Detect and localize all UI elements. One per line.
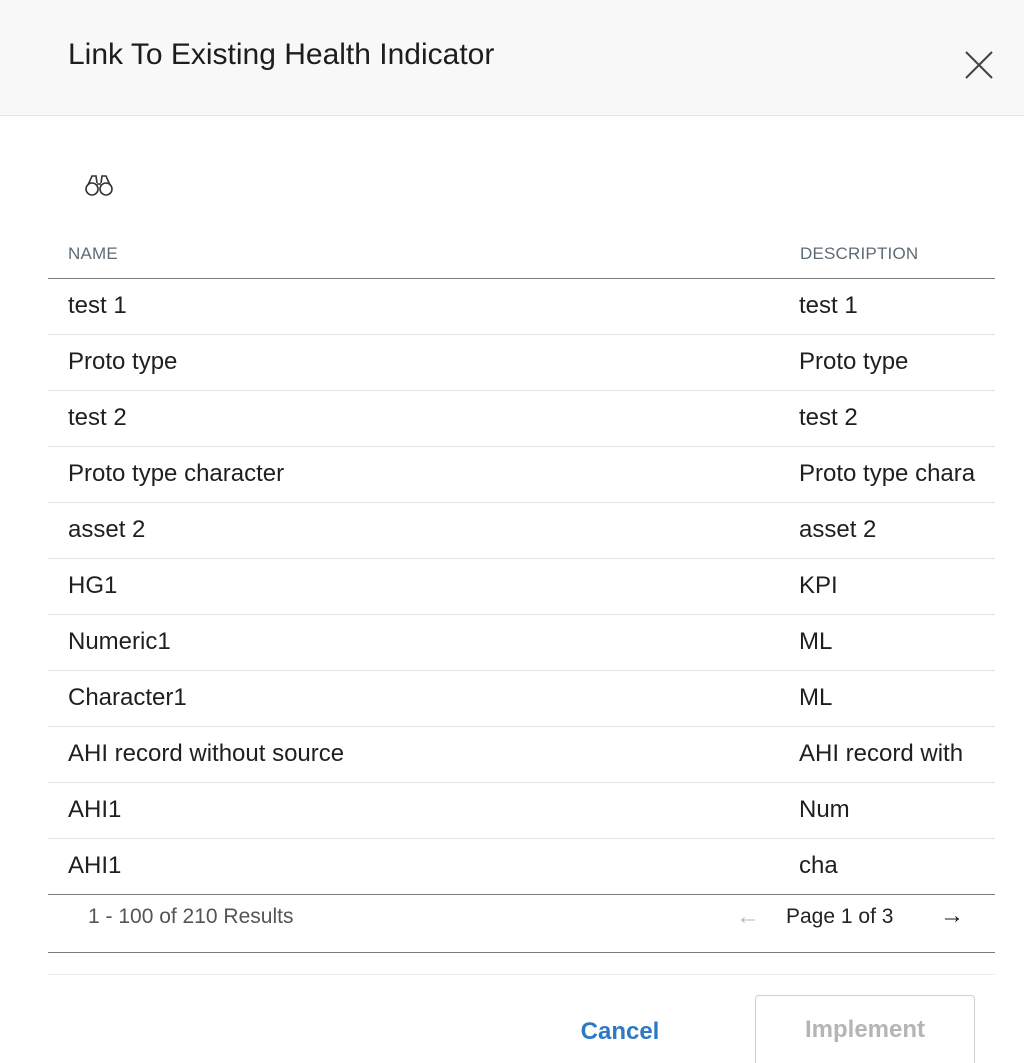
row-description: test 1 <box>799 292 858 319</box>
row-name: Proto type character <box>68 460 285 487</box>
row-description: KPI <box>799 572 838 599</box>
table-body: test 1 test 1 Proto type Proto type test… <box>48 279 995 895</box>
link-health-indicator-dialog: Link To Existing Health Indicator NAME D… <box>0 0 1024 1063</box>
row-name: test 1 <box>68 292 127 319</box>
table-row[interactable]: Proto type Proto type <box>48 335 995 391</box>
row-name: Proto type <box>68 348 178 375</box>
row-description: ML <box>799 628 833 655</box>
page-indicator: Page 1 of 3 <box>786 905 894 928</box>
table-row[interactable]: test 1 test 1 <box>48 279 995 335</box>
row-description: cha <box>799 852 838 879</box>
row-description: test 2 <box>799 404 858 431</box>
arrow-left-icon[interactable]: ← <box>736 903 760 931</box>
table-row[interactable]: Numeric1 ML <box>48 615 995 671</box>
column-header-description[interactable]: DESCRIPTION <box>800 244 918 264</box>
close-icon[interactable] <box>962 48 996 82</box>
row-name: test 2 <box>68 404 127 431</box>
row-description: asset 2 <box>799 516 877 543</box>
dialog-title: Link To Existing Health Indicator <box>68 38 495 71</box>
health-indicator-table: NAME DESCRIPTION test 1 test 1 Proto typ… <box>48 230 995 895</box>
row-description: Proto type chara <box>799 460 976 487</box>
implement-button[interactable]: Implement <box>755 995 975 1063</box>
cancel-button[interactable]: Cancel <box>560 1010 680 1054</box>
row-name: AHI record without source <box>68 740 345 767</box>
row-description: AHI record with <box>799 740 964 767</box>
row-description: Proto type <box>799 348 909 375</box>
row-name: AHI1 <box>68 852 122 879</box>
pagination-bar: 1 - 100 of 210 Results ← Page 1 of 3 → <box>48 883 995 953</box>
arrow-right-icon[interactable]: → <box>940 902 964 930</box>
binoculars-icon[interactable] <box>84 172 114 198</box>
row-name: AHI1 <box>68 796 122 823</box>
table-header: NAME DESCRIPTION <box>48 230 995 279</box>
table-row[interactable]: test 2 test 2 <box>48 391 995 447</box>
table-row[interactable]: asset 2 asset 2 <box>48 503 995 559</box>
table-row[interactable]: Character1 ML <box>48 671 995 727</box>
row-description: ML <box>799 684 833 711</box>
dialog-header: Link To Existing Health Indicator <box>0 0 1024 116</box>
row-name: Character1 <box>68 684 187 711</box>
row-name: asset 2 <box>68 516 146 543</box>
results-count: 1 - 100 of 210 Results <box>88 905 294 928</box>
table-row[interactable]: AHI1 Num <box>48 783 995 839</box>
table-row[interactable]: AHI record without source AHI record wit… <box>48 727 995 783</box>
row-name: HG1 <box>68 572 118 599</box>
column-header-name[interactable]: NAME <box>68 244 118 264</box>
row-description: Num <box>799 796 850 823</box>
table-row[interactable]: HG1 KPI <box>48 559 995 615</box>
footer-divider <box>48 974 995 975</box>
row-name: Numeric1 <box>68 628 171 655</box>
table-row[interactable]: Proto type character Proto type chara <box>48 447 995 503</box>
